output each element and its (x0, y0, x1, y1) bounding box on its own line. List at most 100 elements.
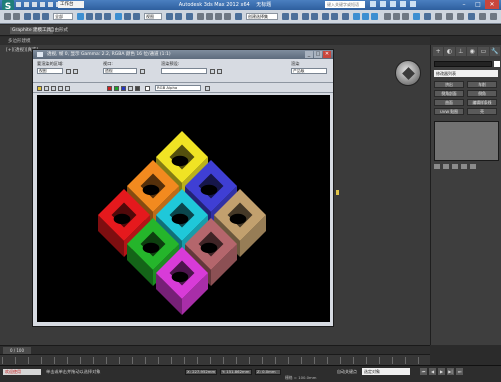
undo-icon[interactable] (40, 2, 45, 7)
lock-viewport-icon[interactable] (140, 69, 145, 74)
time-slider[interactable]: 0 / 100 (3, 347, 31, 354)
extra-tool-icon[interactable] (402, 13, 409, 20)
remove-modifier-icon[interactable] (461, 164, 467, 169)
help-search-input[interactable]: 键入关键字或短语 (325, 1, 365, 8)
select-object-icon[interactable] (77, 13, 84, 20)
render-window-minimize-button[interactable]: _ (305, 51, 313, 58)
tab-hierarchy[interactable]: ⊥ (455, 47, 466, 56)
environment-icon[interactable] (217, 69, 222, 74)
object-name-field[interactable] (434, 61, 492, 67)
undo-icon[interactable] (4, 13, 11, 20)
viewport-resize-handle[interactable] (336, 190, 339, 195)
modifier-button[interactable]: 曲面 (434, 99, 464, 106)
coord-x-field[interactable]: X: 227.952mm (185, 369, 217, 375)
communication-icon[interactable] (390, 1, 396, 7)
modifier-button[interactable]: UVW 贴图 (434, 108, 464, 115)
clone-window-icon[interactable] (51, 86, 56, 91)
go-to-end-button[interactable]: ⏭ (456, 368, 463, 375)
named-selection-dropdown[interactable]: 创建选择集 (246, 13, 278, 20)
extra-tool-icon[interactable] (435, 13, 442, 20)
modifier-button[interactable]: 车削 (467, 81, 497, 88)
select-by-name-icon[interactable] (86, 13, 93, 20)
selection-filter-dropdown[interactable]: 全部 (53, 13, 73, 20)
reference-coordinate-dropdown[interactable]: 视图 (144, 13, 162, 20)
extra-tool-icon[interactable] (424, 13, 431, 20)
play-button[interactable]: ▶ (438, 368, 445, 375)
pin-stack-icon[interactable] (434, 164, 440, 169)
link-icon[interactable] (24, 13, 31, 20)
coord-z-field[interactable]: Z: 0.0mm (255, 369, 281, 375)
pivot-center-icon[interactable] (166, 13, 173, 20)
modifier-button[interactable]: 壳 (467, 108, 497, 115)
key-filter-dropdown[interactable]: 选定对象 (362, 368, 410, 375)
open-file-icon[interactable] (24, 2, 29, 7)
maximize-button[interactable]: □ (471, 0, 485, 9)
extra-tool-icon[interactable] (490, 13, 497, 20)
tab-freeform[interactable]: 自由形式 (48, 27, 70, 34)
tab-graphite-modeling[interactable]: Graphite 建模工具 (10, 27, 54, 34)
select-and-rotate-icon[interactable] (124, 13, 131, 20)
window-crossing-icon[interactable] (104, 13, 111, 20)
search-icon[interactable] (370, 1, 376, 7)
layer-manager-icon[interactable] (302, 13, 309, 20)
tab-motion[interactable]: ◉ (466, 47, 478, 56)
extra-tool-icon[interactable] (457, 13, 464, 20)
save-image-icon[interactable] (37, 86, 42, 91)
swatch-icon[interactable] (145, 86, 150, 91)
render-mode-dropdown[interactable]: 产品级 (291, 68, 327, 74)
go-to-start-button[interactable]: ⏮ (420, 368, 427, 375)
viewcube-navigation[interactable] (395, 60, 421, 86)
render-preset-dropdown[interactable] (161, 68, 207, 74)
green-channel-icon[interactable] (114, 86, 119, 91)
render-setup-icon[interactable] (210, 69, 215, 74)
modifier-button[interactable]: 挤出 (434, 81, 464, 88)
render-canvas[interactable] (37, 95, 330, 322)
autokey-toggle[interactable]: 自动关键点 (337, 368, 357, 375)
spinner-snap-icon[interactable] (224, 13, 231, 20)
alpha-channel-icon[interactable] (128, 86, 133, 91)
rendered-frame-window-icon[interactable] (362, 13, 369, 20)
tab-display[interactable]: ▭ (478, 47, 489, 56)
select-and-scale-icon[interactable] (133, 13, 140, 20)
modifier-button[interactable]: 倒角 (467, 90, 497, 97)
extra-tool-icon[interactable] (384, 13, 391, 20)
workspace-dropdown[interactable]: 工作台 (58, 1, 84, 8)
track-bar[interactable] (0, 354, 430, 365)
redo-icon[interactable] (48, 2, 53, 7)
snaps-toggle-icon[interactable] (197, 13, 204, 20)
render-window-close-button[interactable]: ✕ (323, 51, 331, 58)
align-icon[interactable] (291, 13, 298, 20)
print-image-icon[interactable] (58, 86, 63, 91)
mirror-icon[interactable] (282, 13, 289, 20)
keyboard-shortcut-icon[interactable] (186, 13, 193, 20)
coord-y-field[interactable]: Y: 151.862mm (220, 369, 252, 375)
help-icon[interactable] (410, 1, 416, 7)
extra-tool-icon[interactable] (468, 13, 475, 20)
extra-tool-icon[interactable] (479, 13, 486, 20)
graphite-toggle-icon[interactable] (311, 13, 318, 20)
percent-snap-icon[interactable] (215, 13, 222, 20)
channel-display-dropdown[interactable]: RGB Alpha (155, 85, 201, 91)
subscription-icon[interactable] (380, 1, 386, 7)
tab-create[interactable]: + (433, 47, 444, 56)
unlink-icon[interactable] (33, 13, 40, 20)
edit-region-icon[interactable] (66, 69, 71, 74)
minimize-button[interactable]: – (457, 0, 471, 9)
new-file-icon[interactable] (16, 2, 21, 7)
angle-snap-icon[interactable] (206, 13, 213, 20)
edit-named-selection-icon[interactable] (235, 13, 242, 20)
close-button[interactable]: ✕ (485, 0, 499, 9)
object-color-swatch[interactable] (494, 61, 500, 67)
area-to-render-dropdown[interactable]: 视图 (37, 68, 63, 74)
bind-space-warp-icon[interactable] (42, 13, 49, 20)
redo-icon[interactable] (13, 13, 20, 20)
manipulate-icon[interactable] (175, 13, 182, 20)
modifier-button[interactable]: 倒角剖面 (434, 90, 464, 97)
render-window-maximize-button[interactable]: □ (314, 51, 322, 58)
next-frame-button[interactable]: ▶| (447, 368, 454, 375)
configure-sets-icon[interactable] (470, 164, 476, 169)
modifier-stack[interactable] (434, 121, 499, 161)
maxscript-listener[interactable]: 欢迎使用 (3, 369, 41, 375)
red-channel-icon[interactable] (107, 86, 112, 91)
schematic-view-icon[interactable] (331, 13, 338, 20)
